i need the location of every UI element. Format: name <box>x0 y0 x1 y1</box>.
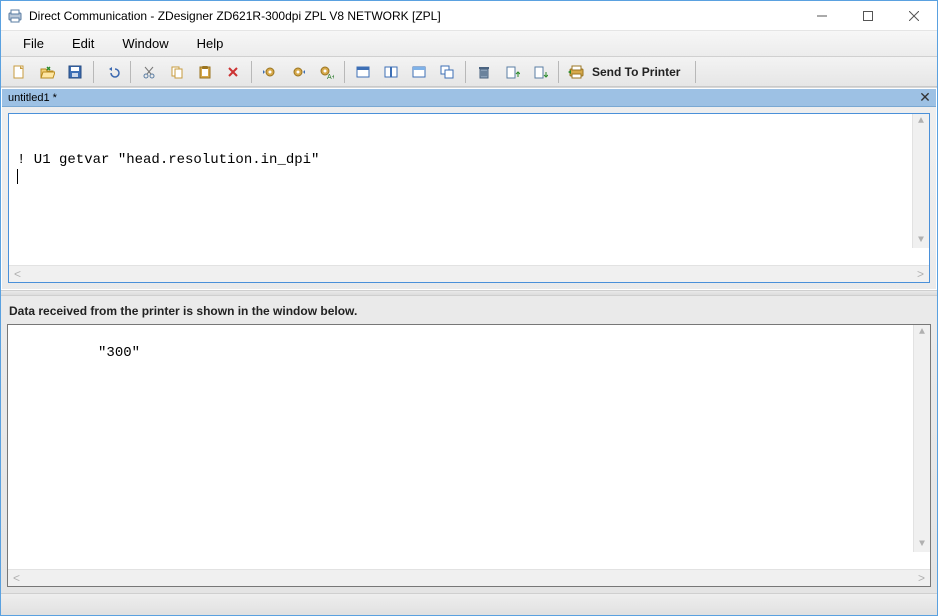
scroll-left-icon[interactable]: < <box>11 267 24 281</box>
menu-help[interactable]: Help <box>183 32 238 55</box>
window-controls <box>799 1 937 30</box>
scroll-right-icon[interactable]: > <box>914 267 927 281</box>
layout-split-h-icon[interactable] <box>406 59 432 85</box>
receive-horizontal-scrollbar[interactable]: < > <box>8 569 930 586</box>
cut-icon[interactable] <box>136 59 162 85</box>
menu-file[interactable]: File <box>9 32 58 55</box>
receive-output[interactable]: "300" ▲▼ <box>8 325 930 569</box>
doc-up-icon[interactable] <box>499 59 525 85</box>
scroll-right-icon[interactable]: > <box>915 571 928 585</box>
receive-content: "300" <box>98 345 140 361</box>
menu-window[interactable]: Window <box>108 32 182 55</box>
new-file-icon[interactable] <box>6 59 32 85</box>
gear-right-icon[interactable] <box>285 59 311 85</box>
code-editor[interactable]: ! U1 getvar "head.resolution.in_dpi" ▲▼ <box>9 114 929 265</box>
menu-edit[interactable]: Edit <box>58 32 108 55</box>
statusbar <box>1 593 937 615</box>
receive-container: "300" ▲▼ < > <box>7 324 931 587</box>
gear-plus-icon[interactable]: A+B <box>313 59 339 85</box>
receive-label: Data received from the printer is shown … <box>7 300 931 324</box>
text-caret <box>17 169 18 184</box>
delete-icon[interactable] <box>220 59 246 85</box>
doc-down-icon[interactable] <box>527 59 553 85</box>
scroll-left-icon[interactable]: < <box>10 571 23 585</box>
document-tab-label: untitled1 * <box>8 92 57 104</box>
client-area: untitled1 * ✕ ! U1 getvar "head.resoluti… <box>1 87 937 593</box>
editor-vertical-scrollbar[interactable]: ▲▼ <box>912 114 929 248</box>
toolbar: A+B Send To Printer <box>1 57 937 87</box>
document-tab[interactable]: untitled1 * <box>2 89 67 106</box>
editor-container: ! U1 getvar "head.resolution.in_dpi" ▲▼ … <box>8 113 930 283</box>
minimize-button[interactable] <box>799 1 845 30</box>
layout-single-icon[interactable] <box>350 59 376 85</box>
app-window: Direct Communication - ZDesigner ZD621R-… <box>0 0 938 616</box>
printer-icon <box>568 63 586 81</box>
layout-cascade-icon[interactable] <box>434 59 460 85</box>
gear-left-icon[interactable] <box>257 59 283 85</box>
editor-horizontal-scrollbar[interactable]: < > <box>9 265 929 282</box>
copy-icon[interactable] <box>164 59 190 85</box>
open-file-icon[interactable] <box>34 59 60 85</box>
close-button[interactable] <box>891 1 937 30</box>
menubar: File Edit Window Help <box>1 31 937 57</box>
send-to-printer-button[interactable]: Send To Printer <box>563 59 691 85</box>
tab-close-icon[interactable]: ✕ <box>918 90 932 104</box>
undo-icon[interactable] <box>99 59 125 85</box>
editor-content: ! U1 getvar "head.resolution.in_dpi" <box>17 152 319 168</box>
titlebar: Direct Communication - ZDesigner ZD621R-… <box>1 1 937 31</box>
trash-icon[interactable] <box>471 59 497 85</box>
layout-split-v-icon[interactable] <box>378 59 404 85</box>
document-area: untitled1 * ✕ ! U1 getvar "head.resoluti… <box>1 88 937 290</box>
paste-icon[interactable] <box>192 59 218 85</box>
tabstrip: untitled1 * ✕ <box>2 89 936 107</box>
receive-panel: Data received from the printer is shown … <box>1 296 937 593</box>
window-title: Direct Communication - ZDesigner ZD621R-… <box>29 9 441 23</box>
svg-text:A+B: A+B <box>327 74 334 80</box>
maximize-button[interactable] <box>845 1 891 30</box>
send-to-printer-label: Send To Printer <box>592 65 680 79</box>
receive-vertical-scrollbar[interactable]: ▲▼ <box>913 325 930 552</box>
save-icon[interactable] <box>62 59 88 85</box>
app-icon <box>7 8 23 24</box>
